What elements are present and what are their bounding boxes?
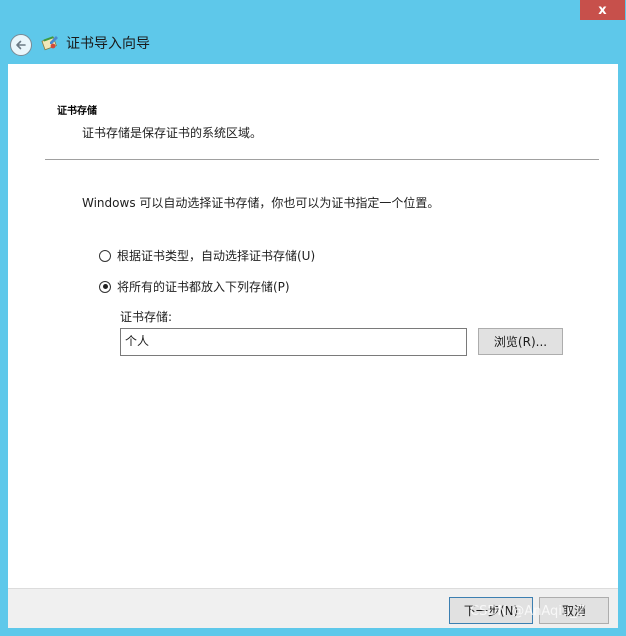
radio-auto-select[interactable]: 根据证书类型，自动选择证书存储(U) [99,247,315,264]
intro-text: Windows 可以自动选择证书存储，你也可以为证书指定一个位置。 [82,196,440,210]
section-description: 证书存储是保存证书的系统区域。 [82,126,263,140]
radio-label: 根据证书类型，自动选择证书存储(U) [117,249,316,263]
browse-button-label: 浏览(R)... [493,335,548,349]
watermark: CSDN @AnAqiu_Z [470,604,586,619]
back-arrow-icon [16,40,26,50]
close-icon: x [598,2,607,18]
browse-button[interactable]: 浏览(R)... [478,328,563,355]
store-input[interactable]: 个人 [120,328,467,356]
radio-button[interactable] [99,249,111,262]
back-button[interactable] [10,34,32,56]
wizard-title: 证书导入向导 [66,36,150,52]
wizard-window: x 证书导入向导 证书存储 证书存储是保存证书的系统区域。 Windows 可以… [0,0,626,636]
radio-label: 将所有的证书都放入下列存储(P) [117,280,290,294]
wizard-content: 证书存储 证书存储是保存证书的系统区域。 Windows 可以自动选择证书存储，… [8,64,618,588]
divider [45,159,599,160]
radio-place-in-store[interactable]: 将所有的证书都放入下列存储(P) [99,278,290,295]
certificate-wizard-icon [41,36,58,51]
wizard-header: 证书导入向导 [0,22,626,64]
radio-button-checked[interactable] [99,280,111,293]
close-button[interactable]: x [580,0,625,20]
store-label: 证书存储: [120,310,173,324]
section-heading: 证书存储 [57,106,97,117]
